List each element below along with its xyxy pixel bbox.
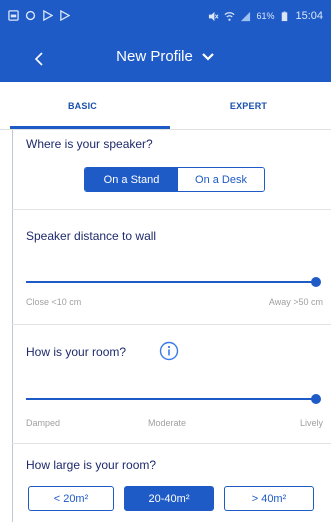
room-label-moderate: Moderate — [148, 418, 187, 428]
battery-icon — [282, 10, 288, 21]
record-icon — [25, 10, 36, 21]
section-divider — [12, 209, 331, 210]
play-store-icon — [43, 10, 53, 21]
size-large-button[interactable]: > 40m² — [224, 486, 314, 511]
room-label-lively: Lively — [299, 418, 323, 428]
tab-basic[interactable]: BASIC — [0, 82, 165, 130]
title-bar: New Profile — [0, 36, 331, 82]
room-question: How is your room? — [26, 345, 127, 359]
tab-expert[interactable]: EXPERT — [166, 82, 331, 130]
status-bar: 61% 15:04 — [0, 0, 331, 36]
room-slider-track[interactable] — [26, 398, 316, 400]
mute-icon — [209, 11, 219, 21]
distance-slider-handle[interactable] — [311, 277, 321, 287]
section-divider — [12, 324, 331, 325]
status-icons-left — [8, 10, 70, 21]
clock: 15:04 — [295, 10, 323, 22]
info-icon[interactable] — [159, 341, 179, 361]
location-question: Where is your speaker? — [26, 137, 153, 151]
play-icon — [60, 10, 70, 21]
location-segmented-control: On a Stand On a Desk — [84, 167, 265, 192]
room-label-damped: Damped — [26, 418, 61, 428]
distance-min-label: Close <10 cm — [26, 297, 82, 307]
distance-label: Speaker distance to wall — [26, 229, 157, 243]
status-icons-right: 61% 15:04 — [208, 10, 323, 22]
size-small-button[interactable]: < 20m² — [28, 486, 114, 511]
profile-selector[interactable]: New Profile — [0, 48, 331, 65]
size-question: How large is your room? — [26, 458, 157, 472]
page-title: New Profile — [116, 48, 193, 65]
signal-icon — [241, 11, 251, 21]
on-a-desk-button[interactable]: On a Desk — [178, 168, 264, 191]
distance-max-label: Away >50 cm — [268, 297, 323, 307]
section-divider — [12, 443, 331, 444]
wifi-icon — [224, 11, 235, 21]
size-medium-button[interactable]: 20-40m² — [124, 486, 214, 511]
distance-slider-track[interactable] — [26, 281, 316, 283]
gallery-icon — [8, 10, 19, 21]
battery-percent: 61% — [256, 11, 275, 21]
tab-bar: BASIC EXPERT — [0, 82, 331, 130]
room-slider-handle[interactable] — [311, 394, 321, 404]
tab-indicator — [10, 126, 170, 129]
content-edge — [12, 130, 13, 522]
chevron-down-icon — [202, 52, 214, 61]
on-a-stand-button[interactable]: On a Stand — [85, 168, 178, 191]
